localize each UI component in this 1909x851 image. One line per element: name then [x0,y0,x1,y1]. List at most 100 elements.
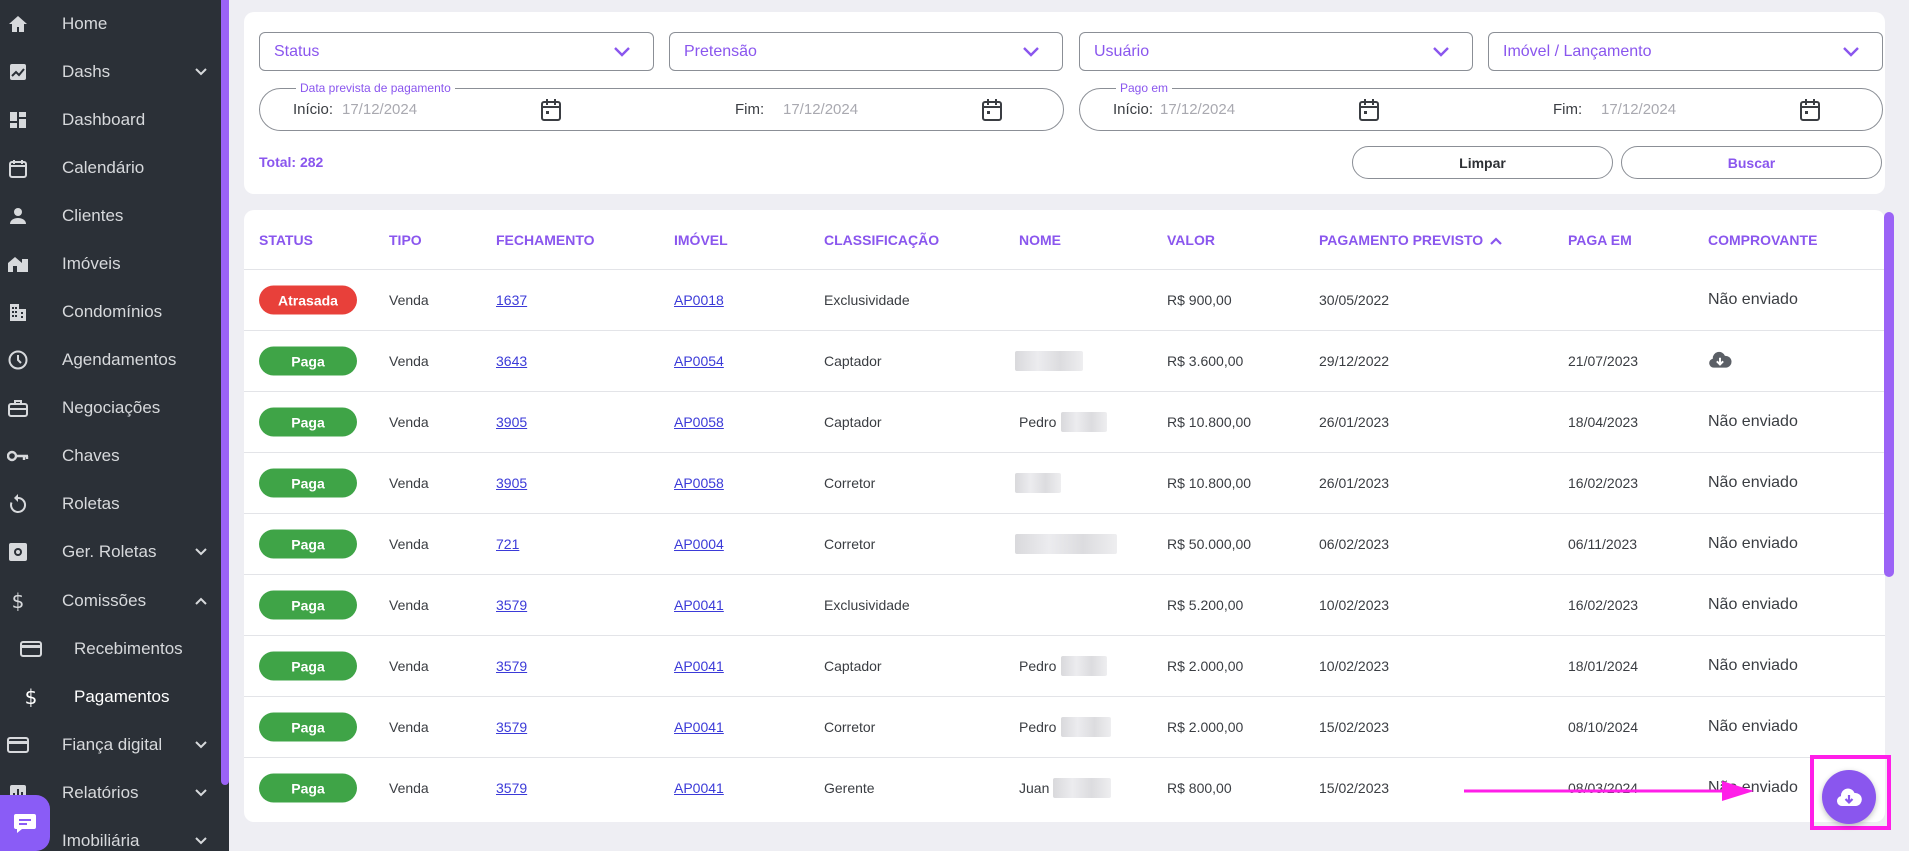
column-header-imovel[interactable]: IMÓVEL [674,232,728,248]
svg-text:$: $ [25,686,38,708]
column-header-label: PAGAMENTO PREVISTO [1319,232,1484,248]
column-header-tipo[interactable]: TIPO [389,232,422,248]
briefcase-icon [7,397,29,419]
sidebar-item-pagamentos[interactable]: $ Pagamentos [0,673,221,721]
column-header-classificacao[interactable]: CLASSIFICAÇÃO [824,232,939,248]
cloud-download-icon[interactable] [1708,351,1732,372]
imovel-link[interactable]: AP0041 [674,658,724,674]
imovel-select-label: Imóvel / Lançamento [1503,42,1652,60]
fechamento-link[interactable]: 721 [496,536,519,552]
imovel-link[interactable]: AP0041 [674,780,724,796]
sidebar-item-label: Recebimentos [74,639,183,658]
fechamento-link[interactable]: 3905 [496,414,527,430]
sidebar-item-dashboard[interactable]: Dashboard [0,96,221,144]
pagamento-previsto-cell: 30/05/2022 [1319,292,1390,308]
status-badge: Paga [259,529,357,559]
redacted-name [1053,778,1111,798]
fechamento-link[interactable]: 3905 [496,475,527,491]
column-header-nome[interactable]: NOME [1019,232,1061,248]
sidebar-item-dashs[interactable]: Dashs [0,48,221,96]
pago-em-range: Pago em Início: 17/12/2024 Fim: 17/12/20… [1079,81,1883,131]
pagamento-previsto-cell: 29/12/2022 [1319,353,1390,369]
imovel-link[interactable]: AP0018 [674,292,724,308]
sidebar-item-roletas[interactable]: Roletas [0,480,221,528]
status-select[interactable]: Status [259,32,654,71]
calendar-icon[interactable] [981,98,1003,122]
sidebar-item-fianca-digital[interactable]: Fiança digital [0,721,221,769]
table-scrollbar[interactable] [1884,212,1894,577]
fechamento-link[interactable]: 3579 [496,597,527,613]
sidebar-item-label: Ger. Roletas [62,542,157,561]
sidebar-item-agendamentos[interactable]: Agendamentos [0,336,221,384]
filters-panel: Status Pretensão Usuário Imóvel / Lançam… [244,12,1885,194]
search-button[interactable]: Buscar [1621,146,1882,179]
status-badge: Paga [259,590,357,620]
pagamento-previsto-cell: 10/02/2023 [1319,597,1390,613]
calendar-icon[interactable] [1799,98,1821,122]
clear-button[interactable]: Limpar [1352,146,1613,179]
column-header-comprovante[interactable]: COMPROVANTE [1708,232,1817,248]
valor-cell: R$ 50.000,00 [1167,536,1252,552]
sidebar-item-chaves[interactable]: Chaves [0,432,221,480]
classificacao-cell: Exclusividade [824,292,910,308]
pretensao-select-label: Pretensão [684,42,757,60]
sidebar-item-label: Negociações [62,398,161,417]
data-prevista-fim-input[interactable]: 17/12/2024 [783,101,858,118]
svg-text:$: $ [12,590,25,612]
chat-button[interactable] [0,795,50,851]
sidebar-item-home[interactable]: Home [0,0,221,48]
imovel-select[interactable]: Imóvel / Lançamento [1488,32,1883,71]
usuario-select[interactable]: Usuário [1079,32,1473,71]
sidebar-item-label: Imóveis [62,254,121,273]
calendar-icon[interactable] [540,98,562,122]
column-header-label: PAGA EM [1568,232,1632,248]
column-header-pagamento-previsto[interactable]: PAGAMENTO PREVISTO [1319,232,1503,248]
classificacao-cell: Corretor [824,536,876,552]
pretensao-select[interactable]: Pretensão [669,32,1063,71]
imovel-link[interactable]: AP0058 [674,414,724,430]
tipo-cell: Venda [389,292,429,308]
fechamento-link[interactable]: 3579 [496,719,527,735]
sidebar-item-ger-roletas[interactable]: Ger. Roletas [0,528,221,576]
sidebar-item-clientes[interactable]: Clientes [0,192,221,240]
fim-label: Fim: [735,101,765,118]
imovel-link[interactable]: AP0041 [674,597,724,613]
sidebar-item-label: Condomínios [62,302,163,321]
table-row: Paga Venda 3905 AP0058 Corretor R$ 10.800,00 2… [244,452,1885,513]
imovel-link[interactable]: AP0041 [674,719,724,735]
fechamento-link[interactable]: 3579 [496,780,527,796]
fechamento-link[interactable]: 1637 [496,292,527,308]
column-header-fechamento[interactable]: FECHAMENTO [496,232,595,248]
data-prevista-range: Data prevista de pagamento Início: 17/12… [259,81,1064,131]
valor-cell: R$ 800,00 [1167,780,1232,796]
status-badge: Paga [259,468,357,498]
calendar-icon[interactable] [1358,98,1380,122]
sidebar-item-imoveis[interactable]: Imóveis [0,240,221,288]
imovel-link[interactable]: AP0054 [674,353,724,369]
pago-em-inicio-input[interactable]: 17/12/2024 [1160,101,1235,118]
nome-cell: Pedro [1019,414,1057,430]
redacted-name [1015,534,1117,554]
column-header-paga-em[interactable]: PAGA EM [1568,232,1632,248]
inicio-label: Início: [1113,101,1154,118]
pago-em-fim-input[interactable]: 17/12/2024 [1601,101,1676,118]
column-header-status[interactable]: STATUS [259,232,313,248]
sidebar-item-negociacoes[interactable]: Negociações [0,384,221,432]
data-prevista-inicio-input[interactable]: 17/12/2024 [342,101,417,118]
imovel-link[interactable]: AP0004 [674,536,724,552]
sidebar-scrollbar[interactable] [221,0,229,785]
sidebar-item-condominios[interactable]: Condomínios [0,288,221,336]
fechamento-link[interactable]: 3643 [496,353,527,369]
download-button[interactable] [1822,770,1876,824]
fechamento-link[interactable]: 3579 [496,658,527,674]
column-header-valor[interactable]: VALOR [1167,232,1215,248]
sidebar-item-calendario[interactable]: Calendário [0,144,221,192]
comprovante-cell: Não enviado [1708,535,1798,552]
sidebar-item-recebimentos[interactable]: Recebimentos [0,625,221,673]
tipo-cell: Venda [389,780,429,796]
status-badge: Paga [259,407,357,437]
person-icon [7,205,29,227]
imovel-link[interactable]: AP0058 [674,475,724,491]
sidebar-item-comissoes[interactable]: $ Comissões [0,577,221,625]
valor-cell: R$ 5.200,00 [1167,597,1244,613]
